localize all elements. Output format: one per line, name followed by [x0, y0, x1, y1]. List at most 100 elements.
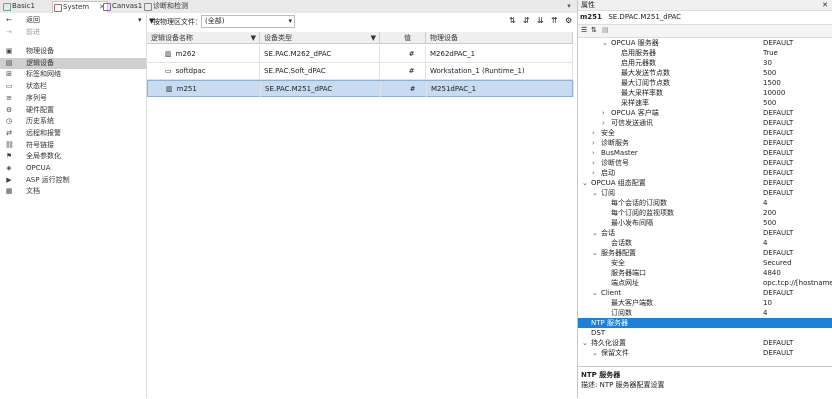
property-row[interactable]: › BusMaster DEFAULT — [578, 148, 832, 158]
chevron-down-icon[interactable]: ⌄ — [592, 248, 598, 258]
chevron-right-icon[interactable]: › — [592, 138, 595, 148]
chevron-down-icon[interactable]: ⌄ — [582, 338, 588, 348]
property-row[interactable]: 最大客户端数 10 — [578, 298, 832, 308]
property-row[interactable]: › NTP 服务器 — [578, 318, 832, 328]
property-value[interactable]: DEFAULT — [763, 38, 793, 48]
property-row[interactable]: 安全 Secured — [578, 258, 832, 268]
property-value[interactable]: DEFAULT — [763, 178, 793, 188]
table-cell-name[interactable]: ▥ m262 — [147, 46, 260, 62]
property-value[interactable]: DEFAULT — [763, 228, 793, 238]
chevron-right-icon[interactable]: › — [592, 148, 595, 158]
grid-header-name[interactable]: 逻辑设备名称 ▼ — [147, 32, 260, 44]
nav-item[interactable]: ⇄ 远程和报警 — [0, 128, 146, 139]
property-row[interactable]: › 启动 DEFAULT — [578, 168, 832, 178]
property-value[interactable]: DEFAULT — [763, 138, 793, 148]
sort-desc-icon[interactable]: ⇵ — [523, 16, 530, 25]
table-row[interactable]: ▥ m262 SE.PAC.M262_dPAC # M262dPAC_1 — [147, 46, 573, 63]
chevron-down-icon[interactable]: ⌄ — [602, 38, 608, 48]
property-row[interactable]: › 安全 DEFAULT — [578, 128, 832, 138]
chevron-down-icon[interactable]: ▾ — [138, 15, 142, 26]
property-row[interactable]: 每个会话的订阅数 4 — [578, 198, 832, 208]
close-icon[interactable]: ✕ — [822, 0, 828, 10]
property-value[interactable]: 4 — [763, 308, 767, 318]
chevron-right-icon[interactable]: › — [602, 118, 605, 128]
nav-item[interactable]: ▣ 物理设备 — [0, 46, 146, 57]
property-row[interactable]: ⌄ 持久化设置 DEFAULT — [578, 338, 832, 348]
property-value[interactable]: 4 — [763, 198, 767, 208]
property-value[interactable]: DEFAULT — [763, 108, 793, 118]
property-row[interactable]: 每个订阅的监视项数 200 — [578, 208, 832, 218]
property-row[interactable]: 启用元器数 30 — [578, 58, 832, 68]
property-row[interactable]: 启用服务器 True — [578, 48, 832, 58]
property-value[interactable]: 1500 — [763, 78, 781, 88]
nav-item[interactable]: ◷ 历史系统 — [0, 116, 146, 127]
filter-icon[interactable]: ▼ — [251, 32, 256, 44]
property-row[interactable]: 采样速率 500 — [578, 98, 832, 108]
tab-diagnostics[interactable]: 诊断和检测 — [143, 1, 219, 12]
property-value[interactable]: Secured — [763, 258, 792, 268]
nav-item[interactable]: ◈ OPCUA — [0, 163, 146, 174]
grid-header-type[interactable]: 设备类型 ▼ — [260, 32, 380, 44]
nav-item[interactable]: ⚑ 全局参数化 — [0, 151, 146, 162]
property-row[interactable]: 服务器端口 4840 — [578, 268, 832, 278]
sort-asc-icon[interactable]: ⇅ — [509, 16, 516, 25]
property-row[interactable]: 最小发布间隔 500 — [578, 218, 832, 228]
filter-select[interactable]: (全部) ▾ — [201, 15, 295, 28]
chevron-down-icon[interactable]: ⌄ — [592, 288, 598, 298]
expand-all-icon[interactable]: ⇊ — [537, 16, 544, 25]
property-value[interactable]: opc.tcp://[hostname] — [763, 278, 832, 288]
property-row[interactable]: › 诊断信号 DEFAULT — [578, 158, 832, 168]
property-value[interactable]: 500 — [763, 98, 776, 108]
chevron-down-icon[interactable]: ⌄ — [592, 228, 598, 238]
property-value[interactable]: 10000 — [763, 88, 785, 98]
chevron-down-icon[interactable]: ⌄ — [592, 348, 598, 358]
property-value[interactable]: 4 — [763, 238, 767, 248]
chevron-right-icon[interactable]: › — [602, 108, 605, 118]
property-row[interactable]: 最大发送节点数 500 — [578, 68, 832, 78]
property-row[interactable]: ⌄ 订阅 DEFAULT — [578, 188, 832, 198]
property-value[interactable]: DEFAULT — [763, 188, 793, 198]
property-value[interactable]: DEFAULT — [763, 288, 793, 298]
property-row[interactable]: ⌄ OPCUA 服务器 DEFAULT — [578, 38, 832, 48]
property-row[interactable]: DST — [578, 328, 832, 338]
filter-icon[interactable]: ▼ — [371, 32, 376, 44]
table-row[interactable]: ▭ softdpac SE.PAC.Soft_dPAC # Workstation_1 … — [147, 63, 573, 80]
property-value[interactable]: DEFAULT — [763, 158, 793, 168]
grid-header-value[interactable]: 值 — [380, 32, 426, 44]
nav-item[interactable]: ▶ ASP 运行控制 — [0, 175, 146, 186]
property-value[interactable]: DEFAULT — [763, 348, 793, 358]
property-row[interactable]: 会话数 4 — [578, 238, 832, 248]
property-row[interactable]: ⌄ OPCUA 组态配置 DEFAULT — [578, 178, 832, 188]
property-value[interactable]: 30 — [763, 58, 772, 68]
settings-icon[interactable]: ⚙ — [565, 16, 572, 25]
nav-item[interactable]: ▭ 状态栏 — [0, 81, 146, 92]
property-value[interactable]: DEFAULT — [763, 168, 793, 178]
nav-back[interactable]: ← 返回 ▾ — [0, 15, 146, 26]
collapse-all-icon[interactable]: ⇈ — [551, 16, 558, 25]
nav-item[interactable]: ▦ 文档 — [0, 186, 146, 197]
property-value[interactable]: 10 — [763, 298, 772, 308]
chevron-right-icon[interactable]: › — [582, 318, 585, 328]
nav-item[interactable]: ⛓ 符号链接 — [0, 140, 146, 151]
chevron-down-icon[interactable]: ⌄ — [582, 178, 588, 188]
chevron-right-icon[interactable]: › — [592, 158, 595, 168]
chevron-right-icon[interactable]: › — [592, 128, 595, 138]
property-value[interactable]: DEFAULT — [763, 338, 793, 348]
property-row[interactable]: › OPCUA 客户端 DEFAULT — [578, 108, 832, 118]
property-pages-icon[interactable]: ▤ — [602, 26, 609, 34]
nav-item[interactable]: ≡ 序列号 — [0, 93, 146, 104]
property-value[interactable]: True — [763, 48, 778, 58]
grid-header-physical[interactable]: 物理设备 — [426, 32, 573, 44]
property-value[interactable]: 200 — [763, 208, 776, 218]
chevron-right-icon[interactable]: › — [592, 168, 595, 178]
nav-item[interactable]: ⊞ 标签和网络 — [0, 69, 146, 80]
property-row[interactable]: 端点网址 opc.tcp://[hostname] — [578, 278, 832, 288]
nav-forward[interactable]: → 前进 — [0, 27, 146, 38]
property-row[interactable]: ⌄ Client DEFAULT — [578, 288, 832, 298]
nav-item[interactable]: ⚙ 硬件配置 — [0, 105, 146, 116]
table-row[interactable]: ▥ m251 SE.PAC.M251_dPAC # M251dPAC_1 — [147, 80, 574, 97]
property-row[interactable]: 最大采样率数 10000 — [578, 88, 832, 98]
property-value[interactable]: 4840 — [763, 268, 781, 278]
property-row[interactable]: ⌄ 服务器配置 DEFAULT — [578, 248, 832, 258]
table-cell-name[interactable]: ▥ m251 — [148, 81, 261, 97]
